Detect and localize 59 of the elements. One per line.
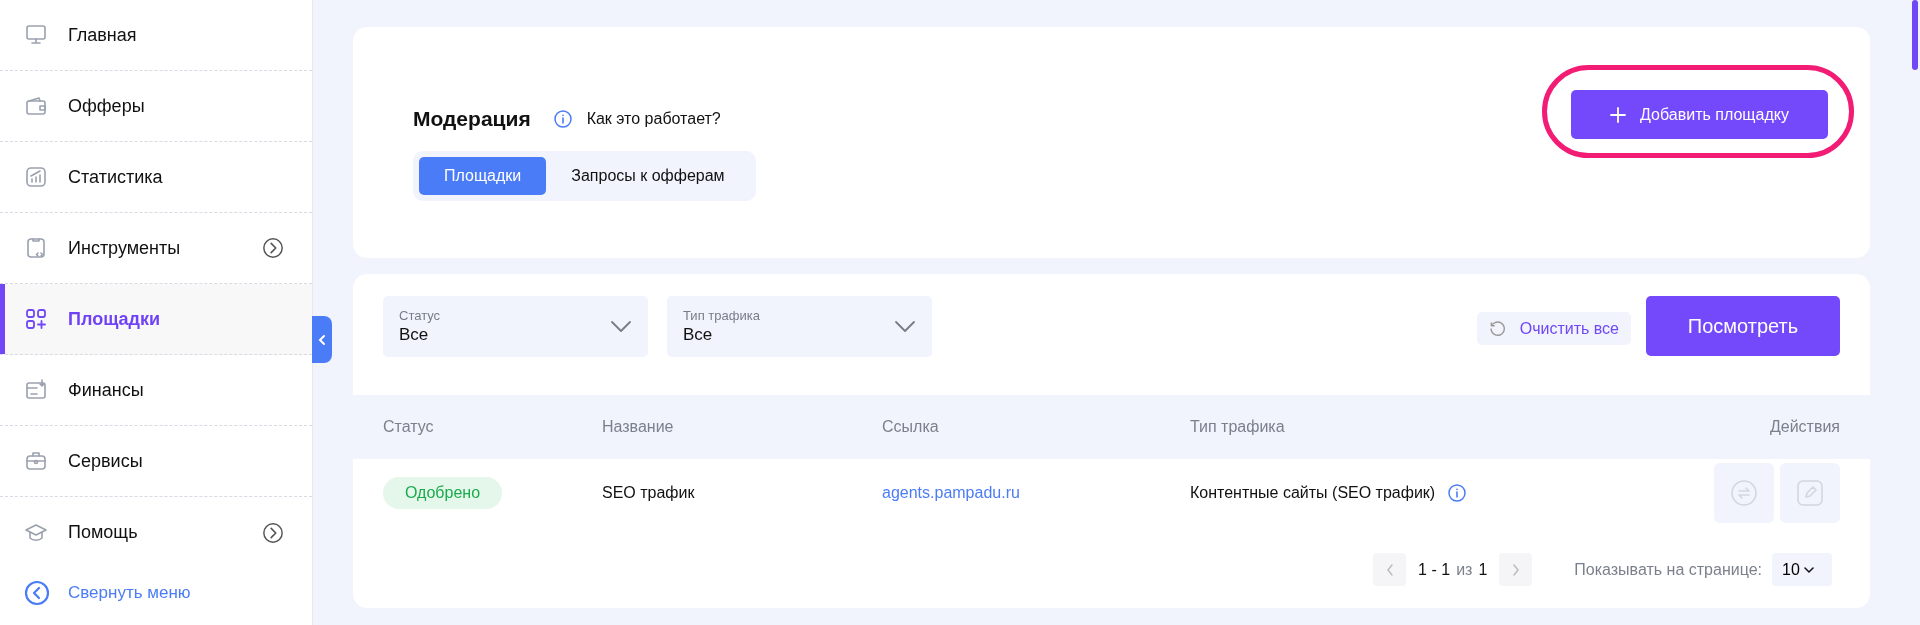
sidebar-item[interactable]: Офферы	[0, 71, 312, 142]
briefcase-icon	[24, 449, 48, 473]
page-title: Модерация	[413, 107, 531, 131]
collapse-menu-link[interactable]: Свернуть меню	[0, 568, 312, 618]
chevron-left-icon	[24, 580, 50, 606]
site-link[interactable]: agents.pampadu.ru	[882, 484, 1020, 502]
card-download-icon	[24, 378, 48, 402]
swap-icon	[1730, 479, 1758, 507]
filter-dropdown[interactable]: Статус Все	[383, 296, 648, 357]
previous-page-button[interactable]	[1373, 553, 1407, 586]
table-cell: Контентные сайты (SEO трафик)	[1190, 484, 1436, 502]
filter-dropdown[interactable]: Тип трафика Все	[667, 296, 932, 357]
edit-button[interactable]	[1780, 463, 1840, 523]
grid-plus-icon	[24, 307, 48, 331]
swap-button[interactable]	[1714, 463, 1774, 523]
pencil-icon	[1796, 479, 1824, 507]
tab[interactable]: Площадки	[419, 157, 547, 195]
tab[interactable]: Запросы к офферам	[546, 157, 750, 195]
clipboard-code-icon	[24, 236, 48, 260]
sidebar-item[interactable]: Главная	[0, 0, 312, 71]
column-header: Тип трафика	[1190, 418, 1286, 436]
column-header: Действия	[1768, 418, 1840, 436]
wallet-icon	[24, 94, 48, 118]
reset-icon	[1488, 320, 1506, 337]
status-badge: Одобрено	[383, 477, 503, 509]
sidebar-item[interactable]: Сервисы	[0, 426, 312, 497]
clear-all-button[interactable]: Очистить все	[1476, 312, 1631, 345]
chevron-left-icon	[1384, 562, 1395, 577]
sidebar-item[interactable]: Площадки	[0, 284, 312, 355]
chevron-right-icon[interactable]	[262, 521, 284, 544]
per-page-label: Показывать на странице:	[1574, 560, 1762, 579]
view-button[interactable]: Посмотреть	[1646, 296, 1840, 356]
monitor-icon	[24, 23, 48, 47]
table-cell-text: SEO трафик	[602, 484, 696, 502]
chart-icon	[24, 165, 48, 189]
scrollbar-thumb[interactable]	[1912, 0, 1918, 70]
help-link[interactable]: Как это работает?	[586, 110, 721, 128]
sidebar-toggle-handle[interactable]	[312, 316, 332, 363]
column-header: Название	[602, 418, 675, 436]
column-header: Статус	[383, 418, 435, 436]
chevron-right-icon[interactable]	[262, 237, 284, 259]
caret-icon	[610, 319, 632, 334]
next-page-button[interactable]	[1499, 553, 1533, 586]
info-icon	[1447, 483, 1468, 503]
sidebar-item[interactable]: Помощь	[0, 497, 312, 568]
page-range: 1 - 1	[1418, 560, 1451, 579]
page-total: 1	[1478, 560, 1488, 579]
caret-icon	[894, 319, 916, 334]
per-page-dropdown[interactable]: 10	[1772, 553, 1832, 586]
info-icon	[552, 109, 573, 129]
sidebar-item[interactable]: Финансы	[0, 355, 312, 426]
caret-icon	[1803, 565, 1814, 574]
chevron-left-icon	[318, 333, 326, 346]
page-of-label: из	[1456, 560, 1473, 579]
column-header: Ссылка	[882, 418, 940, 436]
chevron-right-icon	[1510, 562, 1521, 577]
add-site-button[interactable]: Добавить площадку	[1571, 90, 1828, 139]
sidebar-item[interactable]: Статистика	[0, 142, 312, 213]
plus-icon	[1610, 106, 1627, 123]
